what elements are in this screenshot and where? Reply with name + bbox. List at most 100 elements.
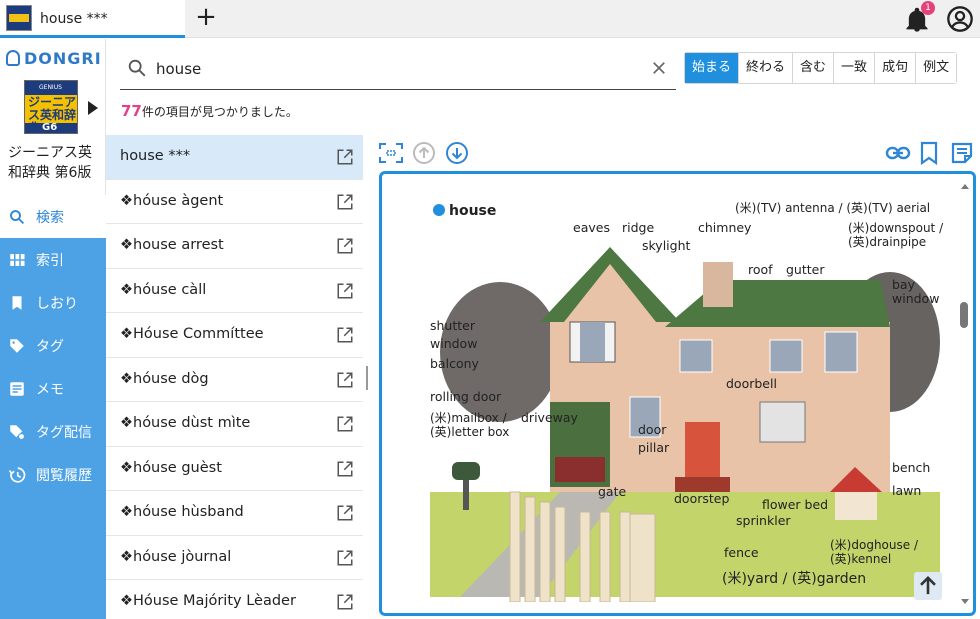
label-mailbox: (米)mailbox / (430, 411, 508, 425)
sidebar-item-index[interactable]: 索引 (0, 238, 106, 281)
open-in-new-tab-icon[interactable] (336, 504, 354, 522)
mode-contains[interactable]: 含む (793, 53, 835, 83)
label-eaves: eaves (573, 220, 610, 235)
scroll-to-top-button[interactable] (914, 572, 942, 600)
open-in-new-tab-icon[interactable] (336, 148, 354, 166)
clear-icon[interactable] (650, 59, 668, 77)
tag-icon (10, 338, 24, 353)
dictionary-panel: DONGRI GENIUS ジーニアス英和辞典 G6 ジーニアス英和辞典 第6版 (0, 39, 106, 195)
label-bench: bench (892, 460, 930, 475)
sidebar-item-history[interactable]: 閲覧履歴 (0, 453, 106, 496)
result-row[interactable]: ❖hóuse guèst (106, 447, 363, 491)
next-entry-icon[interactable] (445, 141, 469, 165)
tag-share-icon (10, 424, 26, 440)
open-in-new-tab-icon[interactable] (336, 415, 354, 433)
result-label: ❖hóuse càll (120, 281, 207, 298)
bookmark-icon[interactable] (918, 141, 940, 165)
label-yard: (米)yard / (英)garden (722, 570, 866, 587)
notification-badge: 1 (921, 1, 935, 15)
open-in-new-tab-icon[interactable] (336, 371, 354, 389)
result-row[interactable]: ❖Hóuse Majórity Lèader (106, 580, 363, 619)
sidebar-item-search[interactable]: 検索 (0, 195, 106, 238)
label-ridge: ridge (622, 220, 654, 235)
new-tab-button[interactable]: + (193, 4, 219, 32)
link-icon[interactable] (885, 142, 911, 164)
scroll-up-arrow-icon[interactable] (960, 182, 970, 190)
result-row[interactable]: ❖hóuse dòg (106, 358, 363, 402)
result-row[interactable]: house *** (106, 135, 363, 180)
result-label: ❖hóuse hùsband (120, 504, 244, 520)
scroll-down-arrow-icon[interactable] (960, 598, 970, 606)
label-roof: roof (748, 262, 773, 277)
result-list: house *** ❖hóuse àgent ❖house arrest ❖hóuse… (106, 135, 363, 619)
viewer-scrollbar-thumb[interactable] (960, 302, 968, 328)
label-skylight: skylight (642, 238, 691, 253)
label-door: door (638, 422, 667, 437)
note-icon[interactable] (950, 141, 974, 165)
result-row[interactable]: ❖hóuse jòurnal (106, 536, 363, 580)
open-in-new-tab-icon[interactable] (336, 593, 354, 611)
account-icon[interactable] (946, 5, 974, 33)
open-in-new-tab-icon[interactable] (336, 237, 354, 255)
house-illustration: house eaves ridge skylight chimney (米)(T… (430, 201, 944, 602)
result-row[interactable]: ❖Hóuse Commíttee (106, 313, 363, 358)
result-label: ❖hóuse dùst mìte (120, 415, 251, 431)
sidebar-item-memo[interactable]: メモ (0, 367, 106, 410)
mode-exact[interactable]: 一致 (834, 53, 876, 83)
dictionary-thumbnail-icon (6, 5, 32, 31)
mode-phrase[interactable]: 成句 (875, 53, 917, 83)
result-row[interactable]: ❖hóuse dùst mìte (106, 402, 363, 447)
entry-viewer[interactable]: house eaves ridge skylight chimney (米)(T… (379, 171, 976, 616)
open-in-new-tab-icon[interactable] (336, 282, 354, 300)
label-chimney: chimney (698, 220, 752, 235)
grid-icon (10, 253, 25, 266)
label-bay: bay (892, 277, 916, 292)
search-bar (120, 49, 676, 90)
search-input[interactable] (156, 58, 636, 80)
dictionary-name: ジーニアス英和辞典 第6版 (8, 145, 92, 181)
label-fence: fence (724, 545, 759, 560)
result-label: house *** (120, 148, 191, 164)
search-mode-group: 始まる 終わる 含む 一致 成句 例文 (684, 52, 958, 84)
open-in-new-tab-icon[interactable] (336, 460, 354, 478)
label-kennel: (英)kennel (830, 552, 891, 566)
result-label: ❖hóuse guèst (120, 459, 222, 476)
result-row[interactable]: ❖hóuse àgent (106, 180, 363, 224)
history-icon (8, 466, 26, 483)
sidebar-item-bookmarks[interactable]: しおり (0, 281, 106, 324)
sidebar-item-label: 検索 (36, 209, 64, 226)
label-window: window (430, 336, 477, 351)
previous-entry-icon[interactable] (412, 141, 436, 165)
sidebar-item-label: タグ配信 (36, 424, 92, 441)
sidebar-item-label: タグ (36, 338, 64, 355)
open-in-new-tab-icon[interactable] (336, 193, 354, 211)
arrow-up-icon (920, 576, 936, 595)
dictionary-switch-arrow-icon[interactable] (88, 101, 98, 115)
label-driveway: driveway (521, 410, 579, 425)
label-gate: gate (598, 484, 626, 499)
dictionary-cover[interactable]: GENIUS ジーニアス英和辞典 G6 (24, 80, 78, 134)
mode-starts-with[interactable]: 始まる (685, 53, 740, 83)
mode-example[interactable]: 例文 (916, 53, 957, 83)
result-count: 77件の項目が見つかりました。 (121, 102, 298, 120)
label-rolling-door: rolling door (430, 389, 502, 404)
result-row[interactable]: ❖hóuse càll (106, 269, 363, 313)
tab-house[interactable]: house *** (0, 0, 185, 38)
result-row[interactable]: ❖house arrest (106, 224, 363, 269)
label-bay-window: window (892, 291, 939, 306)
mode-ends-with[interactable]: 終わる (739, 53, 794, 83)
result-label: ❖hóuse dòg (120, 370, 209, 387)
sidebar-item-tags[interactable]: タグ (0, 324, 106, 367)
result-label: ❖hóuse jòurnal (120, 548, 232, 565)
sidebar-item-label: 閲覧履歴 (36, 467, 92, 484)
result-row[interactable]: ❖hóuse hùsband (106, 491, 363, 536)
sidebar-item-tag-share[interactable]: タグ配信 (0, 410, 106, 453)
list-scrollbar[interactable] (366, 366, 368, 390)
open-in-new-tab-icon[interactable] (336, 549, 354, 567)
open-in-new-tab-icon[interactable] (336, 326, 354, 344)
label-downspout: (米)downspout / (848, 221, 944, 235)
fit-screen-icon[interactable] (378, 141, 404, 165)
label-doghouse: (米)doghouse / (830, 538, 919, 552)
label-balcony: balcony (430, 356, 480, 371)
sidebar-item-label: 索引 (36, 252, 64, 269)
